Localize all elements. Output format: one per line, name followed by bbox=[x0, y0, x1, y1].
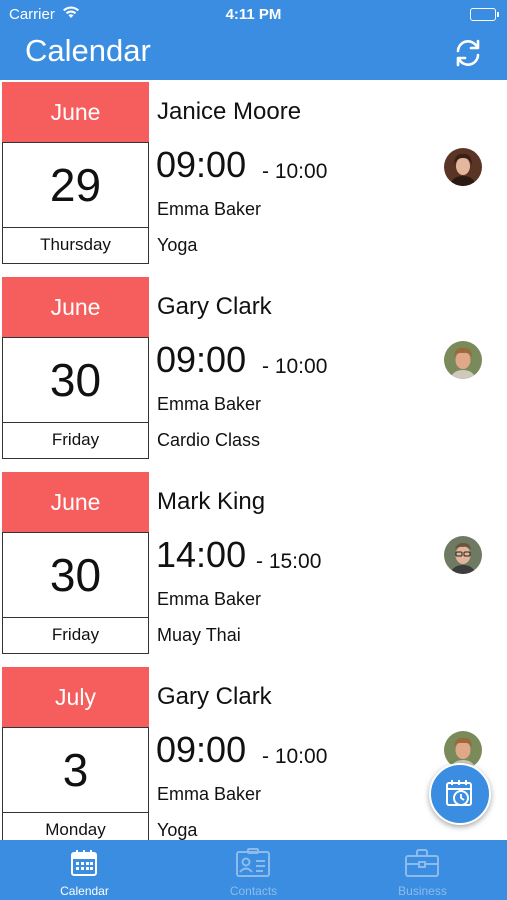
end-time: - 10:00 bbox=[262, 745, 328, 768]
client-name: Mark King bbox=[157, 488, 266, 515]
start-time: 09:00 bbox=[156, 729, 247, 770]
avatar bbox=[444, 341, 482, 379]
weekday-label: Thursday bbox=[2, 228, 149, 264]
contact-card-icon bbox=[169, 847, 338, 879]
staff-name: Emma Baker bbox=[157, 199, 262, 219]
tab-calendar[interactable]: Calendar bbox=[0, 840, 169, 900]
month-label: June bbox=[2, 277, 149, 337]
staff-name: Emma Baker bbox=[157, 589, 262, 609]
end-time: - 10:00 bbox=[262, 160, 328, 183]
weekday-label: Friday bbox=[2, 618, 149, 654]
refresh-icon[interactable] bbox=[451, 36, 485, 70]
staff-name: Emma Baker bbox=[157, 784, 262, 804]
client-name: Gary Clark bbox=[157, 683, 272, 710]
client-name: Janice Moore bbox=[157, 98, 302, 125]
month-label: July bbox=[2, 667, 149, 727]
start-time: 09:00 bbox=[156, 339, 247, 380]
staff-name: Emma Baker bbox=[157, 394, 262, 414]
tab-contacts[interactable]: Contacts bbox=[169, 840, 338, 900]
month-label: June bbox=[2, 472, 149, 532]
day-number: 3 bbox=[2, 727, 149, 813]
day-number: 29 bbox=[2, 142, 149, 228]
service-name: Muay Thai bbox=[157, 625, 241, 645]
month-label: June bbox=[2, 82, 149, 142]
appointment-card[interactable]: June 30 Friday Mark King 14:00 - 15:00 E… bbox=[0, 470, 507, 665]
tab-label: Contacts bbox=[229, 884, 278, 898]
start-time: 09:00 bbox=[156, 144, 247, 185]
tab-bar: Calendar Contacts Business bbox=[0, 840, 507, 900]
day-number: 30 bbox=[2, 337, 149, 423]
calendar-icon bbox=[0, 847, 169, 879]
service-name: Yoga bbox=[157, 820, 198, 840]
appointment-card[interactable]: June 30 Friday Gary Clark 09:00 - 10:00 … bbox=[0, 275, 507, 470]
status-bar: Carrier 4:11 PM bbox=[0, 0, 507, 30]
page-title: Calendar bbox=[25, 33, 151, 68]
end-time: - 10:00 bbox=[262, 355, 328, 378]
end-time: - 15:00 bbox=[256, 550, 322, 573]
avatar bbox=[444, 536, 482, 574]
service-name: Yoga bbox=[157, 235, 198, 255]
clock: 4:11 PM bbox=[225, 6, 282, 23]
appointment-list[interactable]: June 29 Thursday Janice Moore 09:00 - 10… bbox=[0, 80, 507, 840]
weekday-label: Monday bbox=[2, 813, 149, 840]
day-number: 30 bbox=[2, 532, 149, 618]
tab-label: Calendar bbox=[60, 884, 109, 898]
service-name: Cardio Class bbox=[157, 430, 261, 450]
client-name: Gary Clark bbox=[157, 293, 272, 320]
tab-label: Business bbox=[398, 884, 447, 898]
appointment-card[interactable]: June 29 Thursday Janice Moore 09:00 - 10… bbox=[0, 80, 507, 275]
appointment-card[interactable]: July 3 Monday Gary Clark 09:00 - 10:00 E… bbox=[0, 665, 507, 840]
tab-business[interactable]: Business bbox=[338, 840, 507, 900]
weekday-label: Friday bbox=[2, 423, 149, 459]
avatar bbox=[444, 148, 482, 186]
new-appointment-button[interactable] bbox=[429, 763, 491, 825]
start-time: 14:00 bbox=[156, 534, 247, 575]
briefcase-icon bbox=[338, 847, 507, 879]
battery-icon bbox=[470, 8, 499, 21]
navigation-bar: Calendar bbox=[0, 30, 507, 80]
